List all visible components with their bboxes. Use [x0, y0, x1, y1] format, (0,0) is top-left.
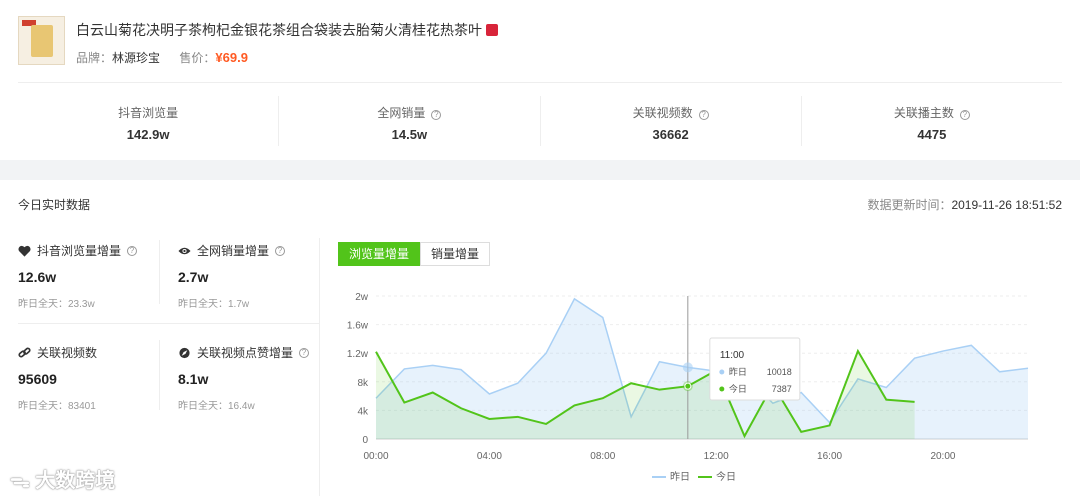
product-title[interactable]: 白云山菊花决明子茶枸杞金银花茶组合袋装去胎菊火清桂花热茶叶: [76, 20, 498, 40]
y-tick-label: 0: [362, 435, 368, 446]
kpi-value: 95609: [18, 371, 57, 387]
stat-value: 4475: [917, 127, 947, 142]
stat-label: 全网销量: [377, 106, 426, 120]
help-icon[interactable]: ?: [299, 347, 310, 358]
x-tick-label: 00:00: [363, 451, 388, 462]
watermark-logo: ᯓ 大数跨境: [10, 464, 115, 493]
help-icon[interactable]: ?: [431, 110, 442, 120]
kpi-label: 关联视频点赞增量: [197, 346, 294, 360]
brand-value: 林源珍宝: [112, 51, 161, 65]
kpi-label: 抖音浏览量增量: [37, 244, 122, 258]
stat-label: 关联视频数: [632, 106, 693, 120]
help-icon[interactable]: ?: [127, 245, 138, 256]
hover-point-today: [684, 382, 692, 390]
product-meta: 品牌：林源珍宝 售价：¥69.9: [76, 49, 248, 66]
x-tick-label: 12:00: [704, 451, 729, 462]
y-tick-label: 1.2w: [347, 349, 369, 360]
heart-icon: [18, 245, 31, 257]
divider: [159, 240, 160, 304]
brand-label: 品牌：: [76, 51, 113, 65]
help-icon[interactable]: ?: [959, 110, 970, 120]
y-tick-label: 1.6w: [347, 321, 369, 332]
product-thumbnail[interactable]: [18, 16, 65, 65]
divider: [18, 323, 320, 324]
help-icon[interactable]: ?: [275, 245, 286, 256]
stat-total-sales: 全网销量? 14.5w: [279, 96, 541, 146]
hover-point-yesterday: [682, 362, 693, 373]
tooltip-value: 10018: [767, 367, 792, 377]
update-time: 数据更新时间：2019-11-26 18:51:52: [867, 196, 1062, 213]
product-title-text[interactable]: 白云山菊花决明子茶枸杞金银花茶组合袋装去胎菊火清桂花热茶叶: [76, 22, 482, 38]
stat-related-creators: 关联播主数? 4475: [802, 96, 1062, 146]
summary-stats: 抖音浏览量 142.9w 全网销量? 14.5w 关联视频数? 36662 关联…: [18, 96, 1062, 146]
y-tick-label: 8k: [357, 378, 369, 389]
tmall-badge-icon: [486, 24, 498, 36]
divider: [159, 340, 160, 410]
compass-icon: [179, 347, 190, 358]
link-icon: [18, 347, 31, 358]
kpi-yesterday: 昨日全天：83401: [18, 401, 96, 412]
tooltip-value: 7387: [772, 384, 792, 394]
product-overview-panel: 白云山菊花决明子茶枸杞金银花茶组合袋装去胎菊火清桂花热茶叶 品牌：林源珍宝 售价…: [0, 0, 1080, 160]
x-tick-label: 16:00: [817, 451, 842, 462]
stat-related-videos: 关联视频数? 36662: [541, 96, 802, 146]
legend-label: 今日: [716, 470, 736, 483]
price-value: ¥69.9: [215, 50, 248, 65]
kpi-label: 全网销量增量: [197, 244, 270, 258]
divider: [319, 238, 320, 496]
kpi-yesterday: 昨日全天：16.4w: [178, 401, 255, 412]
watermark-icon: ᯓ: [10, 470, 36, 492]
kpi-yesterday: 昨日全天：23.3w: [18, 299, 95, 310]
price-label: 售价：: [179, 51, 216, 65]
x-tick-label: 20:00: [930, 451, 955, 462]
kpi-value: 8.1w: [178, 371, 209, 387]
tooltip-time: 11:00: [720, 350, 745, 361]
update-time-value: 2019-11-26 18:51:52: [951, 198, 1062, 212]
y-tick-label: 4k: [357, 406, 369, 417]
tooltip-dot: [719, 369, 725, 375]
kpi-label: 关联视频数: [37, 346, 98, 360]
kpi-video-likes-increment: 关联视频点赞增量? 8.1w 昨日全天：16.4w: [178, 344, 318, 412]
stat-label: 抖音浏览量: [118, 106, 179, 120]
stat-label: 关联播主数: [893, 106, 954, 120]
kpi-related-videos: 关联视频数 95609 昨日全天：83401: [18, 344, 158, 412]
kpi-douyin-views-increment: 抖音浏览量增量? 12.6w 昨日全天：23.3w: [18, 242, 158, 310]
kpi-value: 2.7w: [178, 269, 209, 285]
tab-views-increment[interactable]: 浏览量增量: [338, 242, 421, 266]
metric-tabs: 浏览量增量 销量增量: [338, 242, 491, 266]
kpi-value: 12.6w: [18, 269, 57, 285]
stat-value: 14.5w: [391, 127, 428, 142]
update-label: 数据更新时间：: [867, 198, 952, 212]
divider: [18, 82, 1062, 83]
y-tick-label: 2w: [355, 292, 369, 303]
realtime-panel: 今日实时数据 数据更新时间：2019-11-26 18:51:52 抖音浏览量增…: [0, 180, 1080, 497]
legend-label: 昨日: [670, 471, 690, 483]
watermark-text: 大数跨境: [35, 470, 116, 492]
stat-value: 142.9w: [126, 127, 170, 142]
help-icon[interactable]: ?: [698, 110, 709, 120]
kpi-sales-increment: 全网销量增量? 2.7w 昨日全天：1.7w: [178, 242, 318, 310]
tooltip-series-name: 今日: [729, 383, 747, 394]
x-tick-label: 04:00: [477, 451, 502, 462]
stat-douyin-views: 抖音浏览量 142.9w: [18, 96, 280, 146]
tab-sales-increment[interactable]: 销量增量: [420, 242, 491, 266]
kpi-yesterday: 昨日全天：1.7w: [178, 299, 250, 310]
eye-icon: [178, 247, 191, 254]
section-title: 今日实时数据: [18, 198, 91, 212]
trend-chart[interactable]: 0 4k 8k 1.2w 1.6w 2w 00:00 04:00 08:00 12:00 16:00…: [330, 280, 1080, 497]
stat-value: 36662: [652, 127, 689, 142]
tooltip-series-name: 昨日: [729, 366, 747, 377]
x-tick-label: 08:00: [590, 451, 615, 462]
tooltip-dot: [719, 386, 725, 392]
